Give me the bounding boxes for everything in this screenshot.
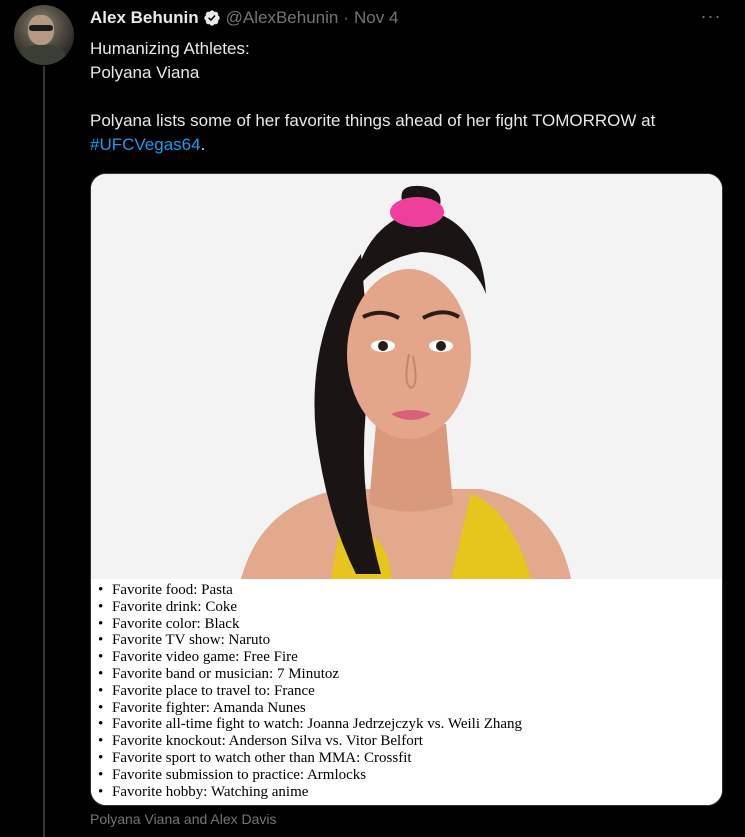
tweet-body: Polyana lists some of her favorite thing… xyxy=(90,111,656,154)
tweet-text-line: Polyana Viana xyxy=(90,63,200,82)
tweet-date[interactable]: Nov 4 xyxy=(354,8,398,28)
author-handle[interactable]: @AlexBehunin xyxy=(226,8,339,28)
separator: · xyxy=(343,8,350,27)
list-item: Favorite all-time fight to watch: Joanna… xyxy=(98,716,522,733)
list-item: Favorite drink: Coke xyxy=(98,599,522,616)
list-item: Favorite food: Pasta xyxy=(98,582,522,599)
athlete-photo xyxy=(91,174,722,579)
tweet-text-line: Humanizing Athletes: xyxy=(90,39,250,58)
favorites-list: Favorite food: Pasta Favorite drink: Cok… xyxy=(91,579,722,805)
list-item: Favorite knockout: Anderson Silva vs. Vi… xyxy=(98,733,522,750)
thread-line xyxy=(43,66,45,837)
avatar[interactable] xyxy=(14,5,74,65)
author-name[interactable]: Alex Behunin xyxy=(90,8,199,28)
tweet-header: Alex Behunin @AlexBehunin · Nov 4 xyxy=(90,7,398,29)
list-item: Favorite hobby: Watching anime xyxy=(98,784,522,801)
tweet-body-text: Polyana lists some of her favorite thing… xyxy=(90,111,656,130)
list-item: Favorite place to travel to: France xyxy=(98,683,522,700)
list-item: Favorite color: Black xyxy=(98,616,522,633)
list-item: Favorite submission to practice: Armlock… xyxy=(98,767,522,784)
list-item: Favorite band or musician: 7 Minutoz xyxy=(98,666,522,683)
more-options-icon[interactable]: ··· xyxy=(697,6,725,30)
media-image[interactable]: Favorite food: Pasta Favorite drink: Cok… xyxy=(90,173,723,806)
hashtag-link[interactable]: #UFCVegas64 xyxy=(90,135,201,154)
verified-badge-icon xyxy=(203,9,221,27)
list-item: Favorite video game: Free Fire xyxy=(98,649,522,666)
list-item: Favorite sport to watch other than MMA: … xyxy=(98,750,522,767)
list-item: Favorite TV show: Naruto xyxy=(98,632,522,649)
tweet-text: Humanizing Athletes: Polyana Viana Polya… xyxy=(90,37,730,157)
tagged-users-caption[interactable]: Polyana Viana and Alex Davis xyxy=(90,811,277,827)
list-item: Favorite fighter: Amanda Nunes xyxy=(98,700,522,717)
